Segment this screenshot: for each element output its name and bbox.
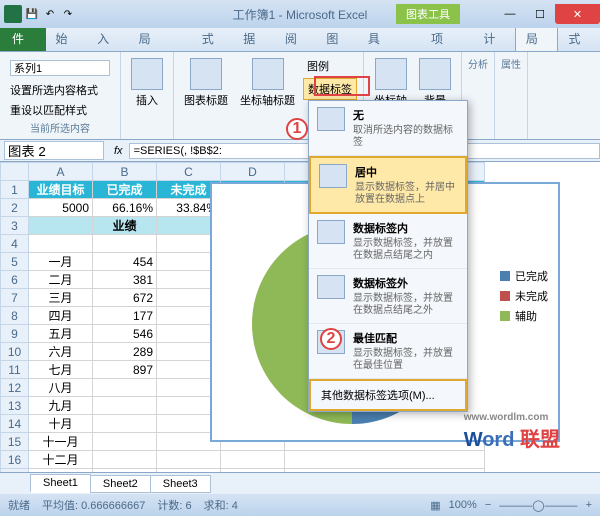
legend-item[interactable]: 已完成 <box>500 268 548 284</box>
chart-element-selector[interactable] <box>10 60 110 76</box>
legend-item[interactable]: 辅助 <box>500 308 548 324</box>
reset-style-button[interactable]: 重设以匹配样式 <box>6 100 114 120</box>
close-button[interactable]: ✕ <box>555 4 600 24</box>
label-center-icon <box>319 164 347 188</box>
status-count: 计数: 6 <box>157 497 191 513</box>
zoom-level[interactable]: 100% <box>449 499 477 511</box>
data-label-dropdown: 无取消所选内容的数据标签 居中显示数据标签，并居中放置在数据点上 数据标签内显示… <box>308 100 468 412</box>
picture-icon <box>131 58 163 90</box>
chart-tools-label: 图表工具 <box>396 4 460 24</box>
formula-bar: fx =SERIES(, !$B$2: <box>0 140 600 162</box>
group-label-selection: 当前所选内容 <box>6 120 114 135</box>
legend-button[interactable]: 图例 <box>303 56 357 76</box>
worksheet-area: A B C D H 1业绩目标已完成未完成辅助 2500066.16%33.84… <box>0 162 600 472</box>
chart-title-button[interactable]: 图表标题 <box>180 56 232 135</box>
dropdown-item-outside[interactable]: 数据标签外显示数据标签，并放置在数据点结尾之外 <box>309 269 467 324</box>
zoom-out-button[interactable]: − <box>485 499 491 511</box>
col-header[interactable]: C <box>157 163 221 181</box>
table-row[interactable]: 16十二月 <box>1 451 485 469</box>
annotation-2: 2 <box>320 328 342 350</box>
chart-legend[interactable]: 已完成 未完成 辅助 <box>500 264 548 328</box>
ribbon-group-insert: 插入 <box>121 52 174 139</box>
format-selection-button[interactable]: 设置所选内容格式 <box>6 80 114 100</box>
dropdown-item-none[interactable]: 无取消所选内容的数据标签 <box>309 101 467 156</box>
redo-icon[interactable]: ↷ <box>60 6 76 22</box>
sheet-tab[interactable]: Sheet3 <box>150 475 211 493</box>
axis-title-icon <box>252 58 284 90</box>
dropdown-item-inside[interactable]: 数据标签内显示数据标签，并放置在数据点结尾之内 <box>309 214 467 269</box>
ribbon-tabs: 文件 开始 插入 页面布局 公式 数据 审阅 视图 开发工具 加载项 设计 布局… <box>0 28 600 52</box>
label-none-icon <box>317 107 345 131</box>
name-box[interactable] <box>4 141 104 160</box>
save-icon[interactable]: 💾 <box>24 6 40 22</box>
sheet-tabs: Sheet1 Sheet2 Sheet3 <box>0 472 600 494</box>
ribbon-group-props: 属性 <box>495 52 528 139</box>
titlebar: 💾 ↶ ↷ 工作簿1 - Microsoft Excel 图表工具 — ☐ ✕ <box>0 0 600 28</box>
label-outside-icon <box>317 275 345 299</box>
window-title: 工作簿1 - Microsoft Excel <box>233 6 368 23</box>
status-avg: 平均值: 0.666666667 <box>42 497 145 513</box>
table-row[interactable]: 17 <box>1 469 485 473</box>
col-header[interactable]: B <box>93 163 157 181</box>
status-bar: 就绪 平均值: 0.666666667 计数: 6 求和: 4 ▦ 100% −… <box>0 494 600 516</box>
dropdown-item-center[interactable]: 居中显示数据标签，并居中放置在数据点上 <box>309 156 467 214</box>
label-inside-icon <box>317 220 345 244</box>
sheet-tab[interactable]: Sheet2 <box>90 475 151 493</box>
fx-icon[interactable]: fx <box>108 145 129 157</box>
ribbon-group-selection: 设置所选内容格式 重设以匹配样式 当前所选内容 <box>0 52 121 139</box>
chart-title-icon <box>190 58 222 90</box>
excel-icon <box>4 5 22 23</box>
gridline-icon <box>419 58 451 90</box>
zoom-in-button[interactable]: + <box>586 499 592 511</box>
sheet-tab[interactable]: Sheet1 <box>30 474 91 493</box>
col-header[interactable]: A <box>29 163 93 181</box>
status-sum: 求和: 4 <box>204 497 238 513</box>
undo-icon[interactable]: ↶ <box>42 6 58 22</box>
axis-icon <box>375 58 407 90</box>
minimize-button[interactable]: — <box>495 4 525 24</box>
watermark: www.wordlm.com Word 联盟 <box>464 412 560 452</box>
window-buttons: — ☐ ✕ <box>495 4 600 24</box>
highlight-box-1 <box>314 76 370 96</box>
maximize-button[interactable]: ☐ <box>525 4 555 24</box>
insert-button[interactable]: 插入 <box>127 56 167 110</box>
dropdown-more-options[interactable]: 其他数据标签选项(M)... <box>309 379 467 411</box>
select-all-corner[interactable] <box>1 163 29 181</box>
legend-item[interactable]: 未完成 <box>500 288 548 304</box>
status-ready: 就绪 <box>8 497 30 513</box>
col-header[interactable]: D <box>221 163 285 181</box>
annotation-1: 1 <box>286 118 308 140</box>
quick-access-toolbar: 💾 ↶ ↷ <box>0 5 76 23</box>
